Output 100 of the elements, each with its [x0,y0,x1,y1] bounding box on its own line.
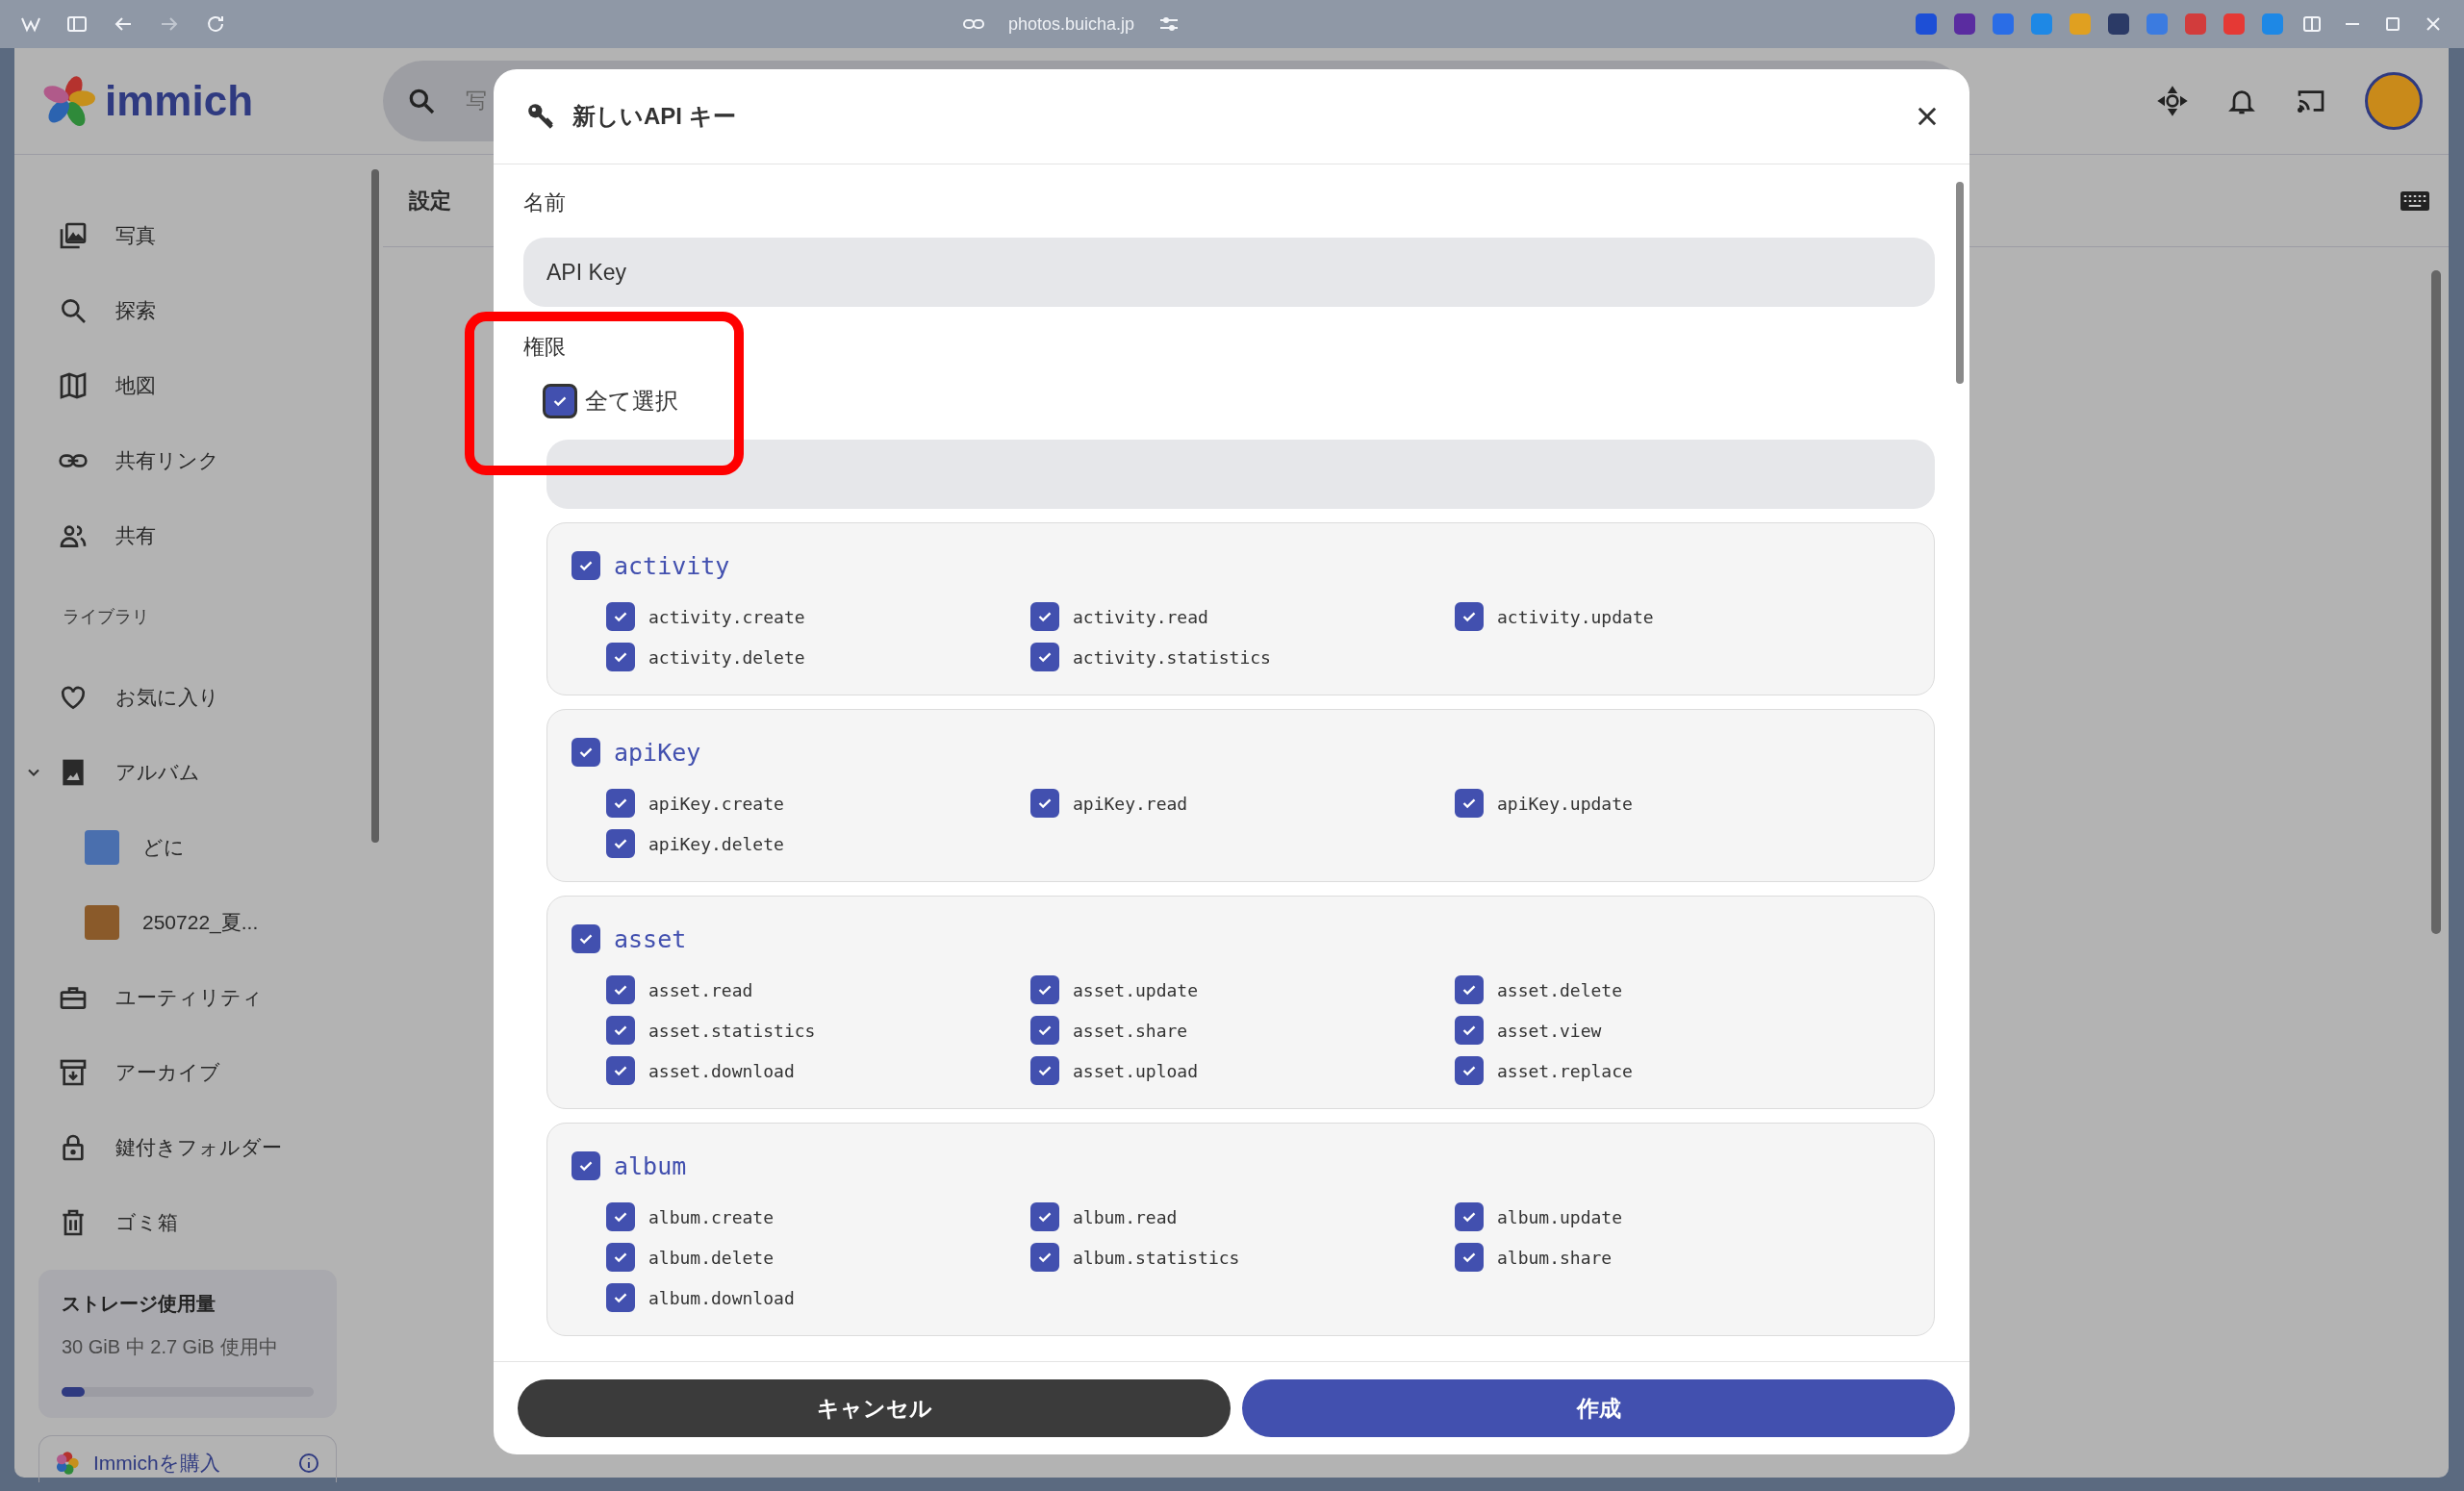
permission-name: activity.create [648,606,805,627]
pinwheel-logo-icon [55,1451,80,1476]
sidebar-item[interactable]: 共有リンク [24,423,383,498]
field-label: 権限 [523,334,567,361]
permission-name: album.read [1073,1206,1178,1227]
checkbox[interactable] [606,1243,635,1272]
permission-name: apiKey.update [1497,793,1633,814]
name-input-field[interactable]: API Key [523,238,1935,307]
permission-name: asset.share [1073,1020,1188,1041]
checkbox[interactable] [1030,643,1059,671]
permission-group-name: album [614,1151,687,1180]
permission-name: activity.update [1497,606,1654,627]
permission-name: asset.delete [1497,979,1623,1000]
checkbox[interactable] [1030,1202,1059,1231]
sidebar-item[interactable]: 探索 [24,273,383,348]
checkbox[interactable] [572,924,600,953]
avatar[interactable] [2365,72,2423,130]
scrollbar[interactable] [371,169,379,843]
checkbox[interactable] [1455,1202,1484,1231]
checkbox[interactable] [1455,789,1484,818]
checkbox[interactable] [606,643,635,671]
checkbox[interactable] [606,1202,635,1231]
storage-title: ストレージ使用量 [62,1292,216,1316]
info-icon[interactable] [297,1452,320,1475]
checkbox[interactable] [606,975,635,1004]
sidebar-item[interactable]: お気に入り [24,660,383,735]
permission-name: activity.delete [648,646,805,668]
storage-usage-text: 30 GiB 中 2.7 GiB 使用中 [62,1335,279,1359]
photo-placeholder [85,905,119,940]
permission-name: asset.update [1073,979,1199,1000]
checkbox[interactable] [1030,975,1059,1004]
dialog-title: 新しいAPI キー [572,102,737,131]
pinwheel-logo-icon [43,75,95,127]
checkbox[interactable] [1455,1016,1484,1045]
permission-name: asset.upload [1073,1060,1199,1081]
permission-name: apiKey.read [1073,793,1188,814]
photo-placeholder [85,830,119,865]
checkbox[interactable] [1455,602,1484,631]
purchase-button[interactable]: Immichを購入 [38,1435,337,1482]
scrollbar[interactable] [2431,270,2441,934]
checkbox[interactable] [1030,1016,1059,1045]
permission-group-name: apiKey [614,738,701,767]
keyboard-icon[interactable] [2400,190,2429,211]
checkbox[interactable] [572,738,600,767]
permission-name: activity.statistics [1073,646,1271,668]
checkbox[interactable] [1455,1243,1484,1272]
checkbox[interactable] [606,1283,635,1312]
sidebar-item[interactable]: 地図 [24,348,383,423]
search-field[interactable] [546,440,1935,509]
checkbox[interactable] [606,602,635,631]
checkbox[interactable] [543,384,577,418]
checkbox[interactable] [606,789,635,818]
permission-name: asset.download [648,1060,795,1081]
checkbox[interactable] [606,1056,635,1085]
sidebar-item[interactable]: ゴミ箱 [24,1185,383,1260]
checkbox[interactable] [606,1016,635,1045]
sidebar-item[interactable]: アーカイブ [24,1035,383,1110]
checkbox[interactable] [1030,1056,1059,1085]
permission-group-name: activity [614,551,730,580]
map-icon [58,370,89,401]
album-item[interactable]: どに [24,810,383,885]
permission-name: asset.replace [1497,1060,1633,1081]
page-title: 設定 [409,187,451,215]
checkbox[interactable] [572,1151,600,1180]
photos-icon [58,220,89,251]
create-button[interactable]: 作成 [1242,1379,1955,1437]
sidebar-item[interactable]: 写真 [24,198,383,273]
permission-name: album.update [1497,1206,1623,1227]
sidebar-item[interactable]: 共有 [24,498,383,573]
permission-name: album.download [648,1287,795,1308]
extension-icon[interactable] [1954,13,1975,35]
sidebar-item[interactable]: ユーティリティ [24,960,383,1035]
scrollbar[interactable] [1956,182,1964,384]
checkbox[interactable] [606,829,635,858]
album-item[interactable]: 250722_夏... [24,885,383,960]
permission-name: apiKey.create [648,793,784,814]
extension-icon[interactable] [2108,13,2129,35]
permission-name: album.share [1497,1247,1613,1268]
permission-name: album.create [648,1206,775,1227]
checkbox[interactable] [1030,602,1059,631]
permission-name: apiKey.delete [648,833,784,854]
checkbox[interactable] [1455,1056,1484,1085]
checkbox[interactable] [572,551,600,580]
sidebar-item[interactable]: 鍵付きフォルダー [24,1110,383,1185]
section-label: ライブラリ [62,606,150,628]
checkbox[interactable] [1455,975,1484,1004]
permission-group-name: asset [614,924,687,953]
cancel-button[interactable]: キャンセル [518,1379,1231,1437]
sidebar-item[interactable]: アルバム [24,735,383,810]
permission-name: asset.read [648,979,753,1000]
immich-logo[interactable]: immich [14,75,383,127]
checkbox[interactable] [1030,789,1059,818]
checkbox-label: 全て選択 [585,387,678,416]
checkbox[interactable] [1030,1243,1059,1272]
archive-box-icon [58,1057,89,1088]
permission-name: asset.view [1497,1020,1602,1041]
permission-name: activity.read [1073,606,1208,627]
field-label: 名前 [523,190,567,216]
permission-name: album.statistics [1073,1247,1240,1268]
permission-name: asset.statistics [648,1020,816,1041]
